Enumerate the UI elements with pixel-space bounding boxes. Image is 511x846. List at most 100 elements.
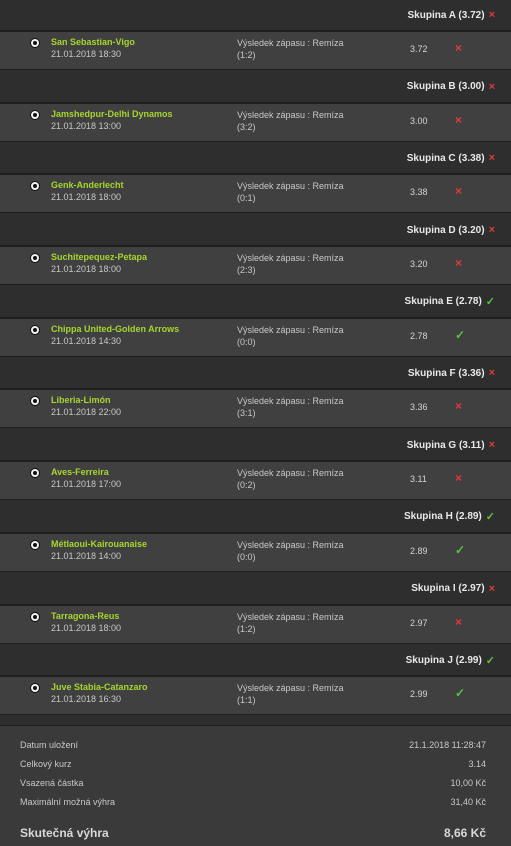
bet-odds: 3.20 xyxy=(410,259,428,270)
result-label: Výsledek zápasu : Remíza xyxy=(237,253,344,264)
summary-label: Celkový kurz xyxy=(20,759,72,769)
cross-icon: × xyxy=(488,224,495,237)
soccer-ball-icon xyxy=(30,181,40,192)
match-score: (2:3) xyxy=(237,265,256,276)
match-score: (0:1) xyxy=(237,193,256,204)
match-row[interactable]: Jamshedpur-Delhi Dynamos 21.01.2018 13:0… xyxy=(0,102,511,142)
bet-result: Výsledek zápasu : Remíza (1:2) xyxy=(237,611,344,635)
match-score: (0:0) xyxy=(237,336,256,347)
bet-odds: 3.00 xyxy=(410,115,428,126)
match-teams[interactable]: Chippa United-Golden Arrows xyxy=(51,324,179,334)
group-header: Skupina G (3.11) × xyxy=(0,430,511,462)
match-teams[interactable]: Aves-Ferreira xyxy=(51,467,109,477)
match-teams[interactable]: Suchitepequez-Petapa xyxy=(51,252,147,262)
bet-group: Skupina J (2.99) ✓ Juve Stabia-Catanzaro… xyxy=(0,645,511,717)
check-icon: ✓ xyxy=(455,686,466,701)
check-icon: ✓ xyxy=(455,327,466,342)
check-icon: ✓ xyxy=(455,542,466,557)
cross-icon: × xyxy=(455,614,463,629)
bet-odds: 3.11 xyxy=(410,474,427,485)
summary-row-total-odds: Celkový kurz 3.14 xyxy=(20,759,486,769)
match-teams[interactable]: Juve Stabia-Catanzaro xyxy=(51,682,148,692)
match-row[interactable]: San Sebastian-Vigo 21.01.2018 18:30 Výsl… xyxy=(0,31,511,70)
cross-icon: × xyxy=(488,582,495,595)
bet-result: Výsledek zápasu : Remíza (0:0) xyxy=(237,539,344,563)
match-date: 21.01.2018 18:30 xyxy=(51,49,122,59)
match-date: 21.01.2018 18:00 xyxy=(51,264,122,275)
result-label: Výsledek zápasu : Remíza xyxy=(237,468,344,479)
soccer-ball-icon xyxy=(30,109,40,120)
actual-win-value: 8,66 Kč xyxy=(443,826,486,840)
match-row[interactable]: Suchitepequez-Petapa 21.01.2018 18:00 Vý… xyxy=(0,246,511,286)
check-icon: ✓ xyxy=(485,654,495,667)
bet-odds: 2.78 xyxy=(410,330,428,341)
match-teams[interactable]: Liberia-Limón xyxy=(51,395,111,405)
result-label: Výsledek zápasu : Remíza xyxy=(237,38,344,48)
soccer-ball-icon xyxy=(30,468,40,479)
cross-icon: × xyxy=(488,9,495,21)
match-teams[interactable]: Métlaoui-Kairouanaise xyxy=(51,539,147,549)
group-title: Skupina D (3.20) xyxy=(406,224,485,236)
actual-win-row: Skutečná výhra 8,66 Kč xyxy=(20,826,486,840)
match-teams[interactable]: San Sebastian-Vigo xyxy=(51,37,135,47)
cross-icon: × xyxy=(455,184,463,199)
bet-group: Skupina G (3.11) × Aves-Ferreira 21.01.2… xyxy=(0,430,511,502)
cross-icon: × xyxy=(455,112,463,127)
match-teams[interactable]: Genk-Anderlecht xyxy=(51,180,124,190)
match-score: (0:2) xyxy=(237,480,256,491)
match-date: 21.01.2018 18:00 xyxy=(51,192,122,203)
match-teams[interactable]: Jamshedpur-Delhi Dynamos xyxy=(51,109,173,119)
soccer-ball-icon xyxy=(30,38,40,48)
group-header: Skupina A (3.72) × xyxy=(0,0,511,31)
bet-group: Skupina F (3.36) × Liberia-Limón 21.01.2… xyxy=(0,358,511,430)
match-row[interactable]: Genk-Anderlecht 21.01.2018 18:00 Výslede… xyxy=(0,174,511,214)
group-header: Skupina E (2.78) ✓ xyxy=(0,286,511,318)
match-teams[interactable]: Tarragona-Reus xyxy=(51,611,119,621)
ticket-summary: Datum uložení 21.1.2018 11:28:47 Celkový… xyxy=(0,725,511,846)
match-row[interactable]: Aves-Ferreira 21.01.2018 17:00 Výsledek … xyxy=(0,461,511,501)
bet-result: Výsledek zápasu : Remíza (1:1) xyxy=(237,682,344,706)
summary-label: Vsazená částka xyxy=(20,778,84,788)
group-title: Skupina G (3.11) xyxy=(406,439,485,451)
match-row[interactable]: Chippa United-Golden Arrows 21.01.2018 1… xyxy=(0,317,511,357)
bet-odds: 2.99 xyxy=(410,689,428,700)
bet-group: Skupina B (3.00) × Jamshedpur-Delhi Dyna… xyxy=(0,71,511,144)
group-header: Skupina C (3.38) × xyxy=(0,143,511,175)
cross-icon: × xyxy=(488,439,495,452)
group-header: Skupina B (3.00) × xyxy=(0,71,511,103)
cross-icon: × xyxy=(455,471,463,486)
ticket-groups: Skupina A (3.72) × San Sebastian-Vigo 21… xyxy=(0,0,511,717)
match-row[interactable]: Juve Stabia-Catanzaro 21.01.2018 16:30 V… xyxy=(0,676,511,716)
match-date: 21.01.2018 16:30 xyxy=(51,694,122,705)
cross-icon: × xyxy=(455,41,463,55)
bet-group: Skupina C (3.38) × Genk-Anderlecht 21.01… xyxy=(0,143,511,215)
group-header: Skupina F (3.36) × xyxy=(0,358,511,390)
match-row[interactable]: Liberia-Limón 21.01.2018 22:00 Výsledek … xyxy=(0,389,511,429)
group-title: Skupina J (2.99) xyxy=(405,654,482,666)
bet-result: Výsledek zápasu : Remíza (0:2) xyxy=(237,467,344,491)
summary-row-saved-date: Datum uložení 21.1.2018 11:28:47 xyxy=(20,740,486,750)
group-header: Skupina H (2.89) ✓ xyxy=(0,501,511,533)
bet-group: Skupina H (2.89) ✓ Métlaoui-Kairouanaise… xyxy=(0,501,511,574)
group-header: Skupina D (3.20) × xyxy=(0,215,511,247)
result-label: Výsledek zápasu : Remíza xyxy=(237,539,344,550)
bet-odds: 3.38 xyxy=(410,187,428,198)
result-label: Výsledek zápasu : Remíza xyxy=(237,181,344,192)
summary-label: Maximální možná výhra xyxy=(20,797,116,807)
summary-value: 31,40 Kč xyxy=(450,797,486,807)
summary-value: 10,00 Kč xyxy=(450,778,486,788)
group-title: Skupina E (2.78) xyxy=(404,296,482,308)
check-icon: ✓ xyxy=(485,296,495,309)
soccer-ball-icon xyxy=(30,539,40,550)
match-score: (1:1) xyxy=(237,695,256,706)
soccer-ball-icon xyxy=(30,683,40,694)
bet-odds: 3.36 xyxy=(410,402,428,413)
bet-result: Výsledek zápasu : Remíza (0:1) xyxy=(237,180,344,204)
bet-odds: 3.72 xyxy=(410,44,428,54)
match-row[interactable]: Métlaoui-Kairouanaise 21.01.2018 14:00 V… xyxy=(0,532,511,572)
match-row[interactable]: Tarragona-Reus 21.01.2018 18:00 Výsledek… xyxy=(0,604,511,644)
match-score: (3:1) xyxy=(237,408,256,419)
soccer-ball-icon xyxy=(30,253,40,264)
group-title: Skupina H (2.89) xyxy=(403,511,482,523)
match-date: 21.01.2018 22:00 xyxy=(51,407,122,418)
